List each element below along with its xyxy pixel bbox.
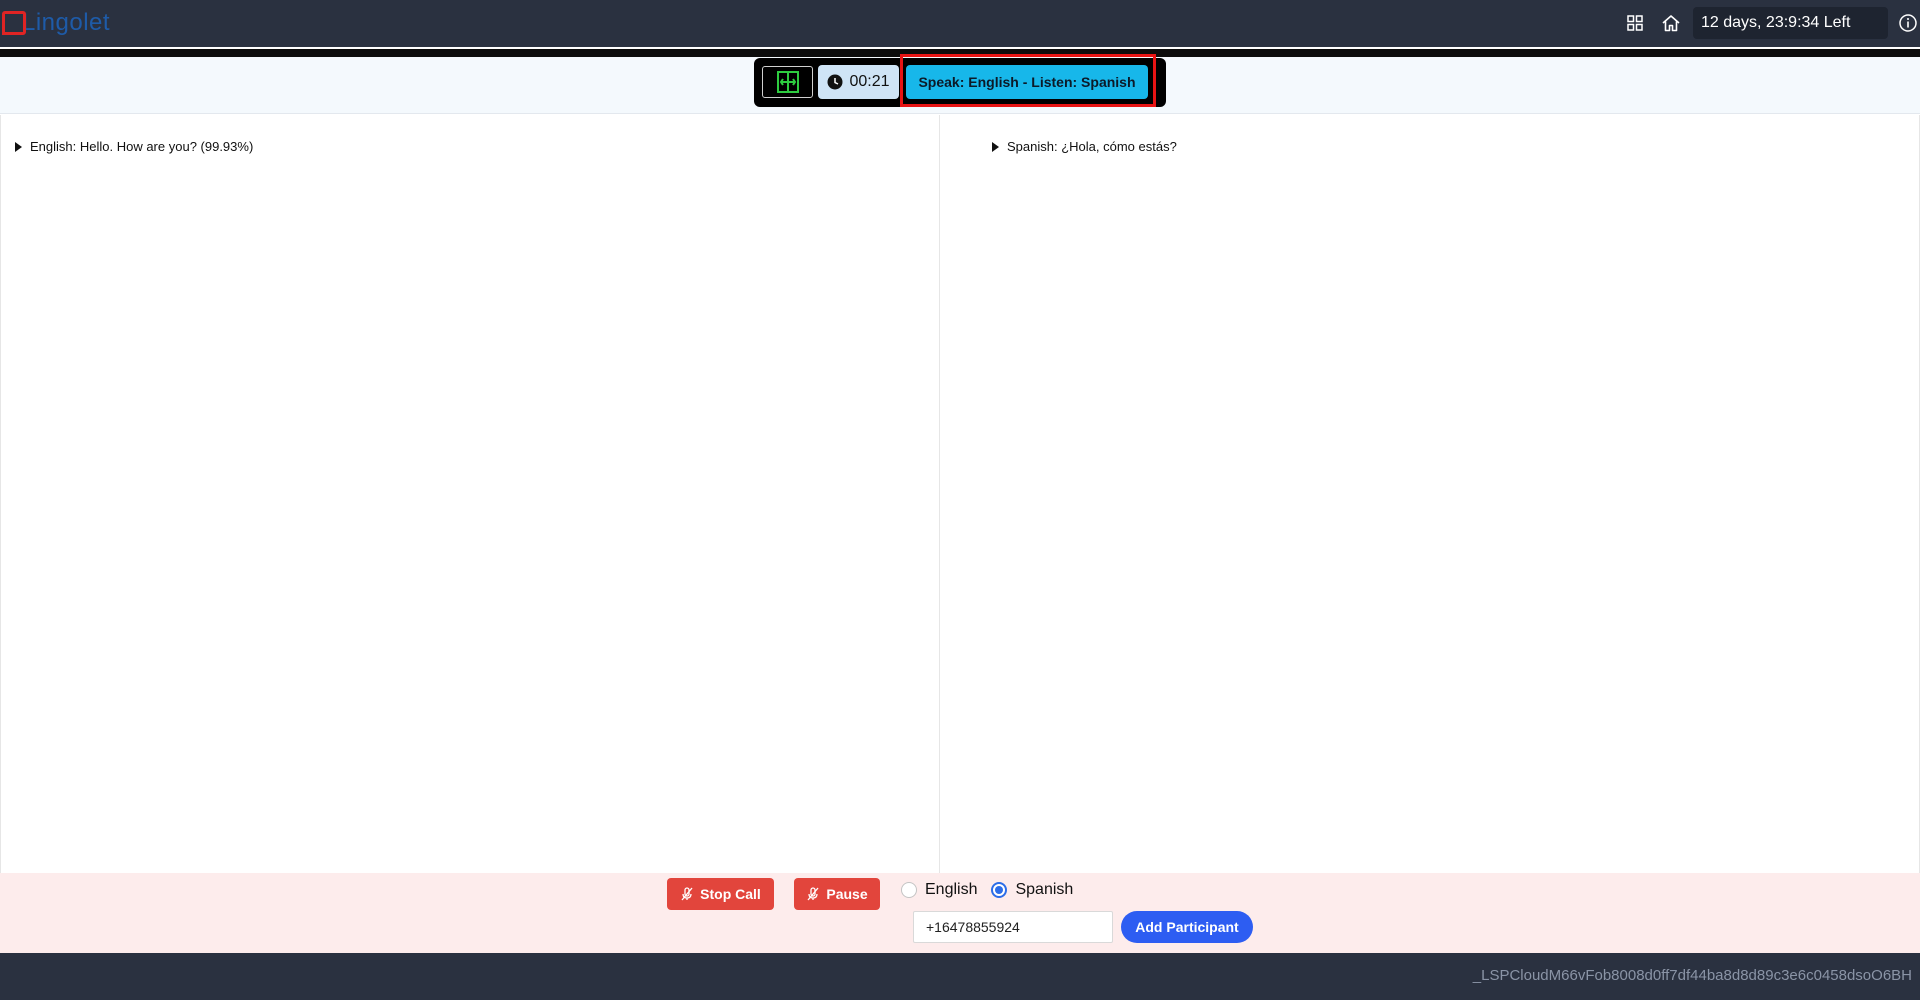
mic-off-icon (807, 887, 819, 901)
pause-button[interactable]: Pause (794, 878, 880, 910)
radio-english[interactable] (901, 882, 917, 898)
logo-icon (2, 11, 26, 35)
transcript-item[interactable]: Spanish: ¿Hola, cómo estás? (992, 139, 1177, 154)
transcript-item[interactable]: English: Hello. How are you? (99.93%) (15, 139, 253, 154)
call-control-group: 00:21 Speak: English - Listen: Spanish (754, 54, 1166, 107)
call-control-row: 00:21 Speak: English - Listen: Spanish (0, 54, 1920, 114)
phone-number-input[interactable] (913, 911, 1113, 943)
radio-english-label: English (925, 881, 978, 898)
home-icon[interactable] (1657, 9, 1685, 37)
grid-icon[interactable] (1621, 9, 1649, 37)
info-icon[interactable] (1896, 9, 1920, 37)
clock-icon (827, 74, 843, 90)
top-actions: 12 days, 23:9:34 Left (1621, 7, 1920, 39)
footer: _LSPCloudM66vFob8008d0ff7df44ba8d8d89c3e… (0, 953, 1920, 1000)
transcript-text: Spanish: ¿Hola, cómo estás? (1007, 139, 1177, 154)
expand-caret-icon (15, 141, 22, 152)
call-actions: Stop Call Pause English Spanish Add Part… (0, 873, 1920, 953)
top-bar: Lingolet 12 days, 23:9:34 Left (0, 0, 1920, 47)
language-mode-button[interactable]: Speak: English - Listen: Spanish (906, 65, 1148, 99)
time-left-display: 12 days, 23:9:34 Left (1693, 7, 1888, 39)
stop-call-label: Stop Call (700, 886, 761, 902)
transcript-text: English: Hello. How are you? (99.93%) (30, 139, 254, 154)
add-participant-button[interactable]: Add Participant (1121, 911, 1253, 943)
logo[interactable]: Lingolet (2, 8, 110, 38)
radio-spanish-label: Spanish (1015, 881, 1074, 898)
pause-label: Pause (826, 886, 868, 902)
language-radio-group: English Spanish (901, 878, 1087, 902)
call-timer: 00:21 (818, 65, 899, 99)
session-id: _LSPCloudM66vFob8008d0ff7df44ba8d8d89c3e… (1472, 967, 1912, 984)
stop-call-button[interactable]: Stop Call (667, 878, 774, 910)
expand-caret-icon (992, 141, 999, 152)
swap-icon (776, 71, 799, 93)
logo-text: Lingolet (22, 9, 111, 36)
swap-layout-button[interactable] (762, 66, 813, 98)
radio-spanish[interactable] (991, 882, 1008, 898)
source-transcript-pane: English: Hello. How are you? (99.93%) (0, 115, 940, 873)
target-transcript-pane: Spanish: ¿Hola, cómo estás? (941, 115, 1920, 873)
timer-value: 00:21 (849, 73, 890, 90)
mic-off-icon (681, 887, 693, 901)
